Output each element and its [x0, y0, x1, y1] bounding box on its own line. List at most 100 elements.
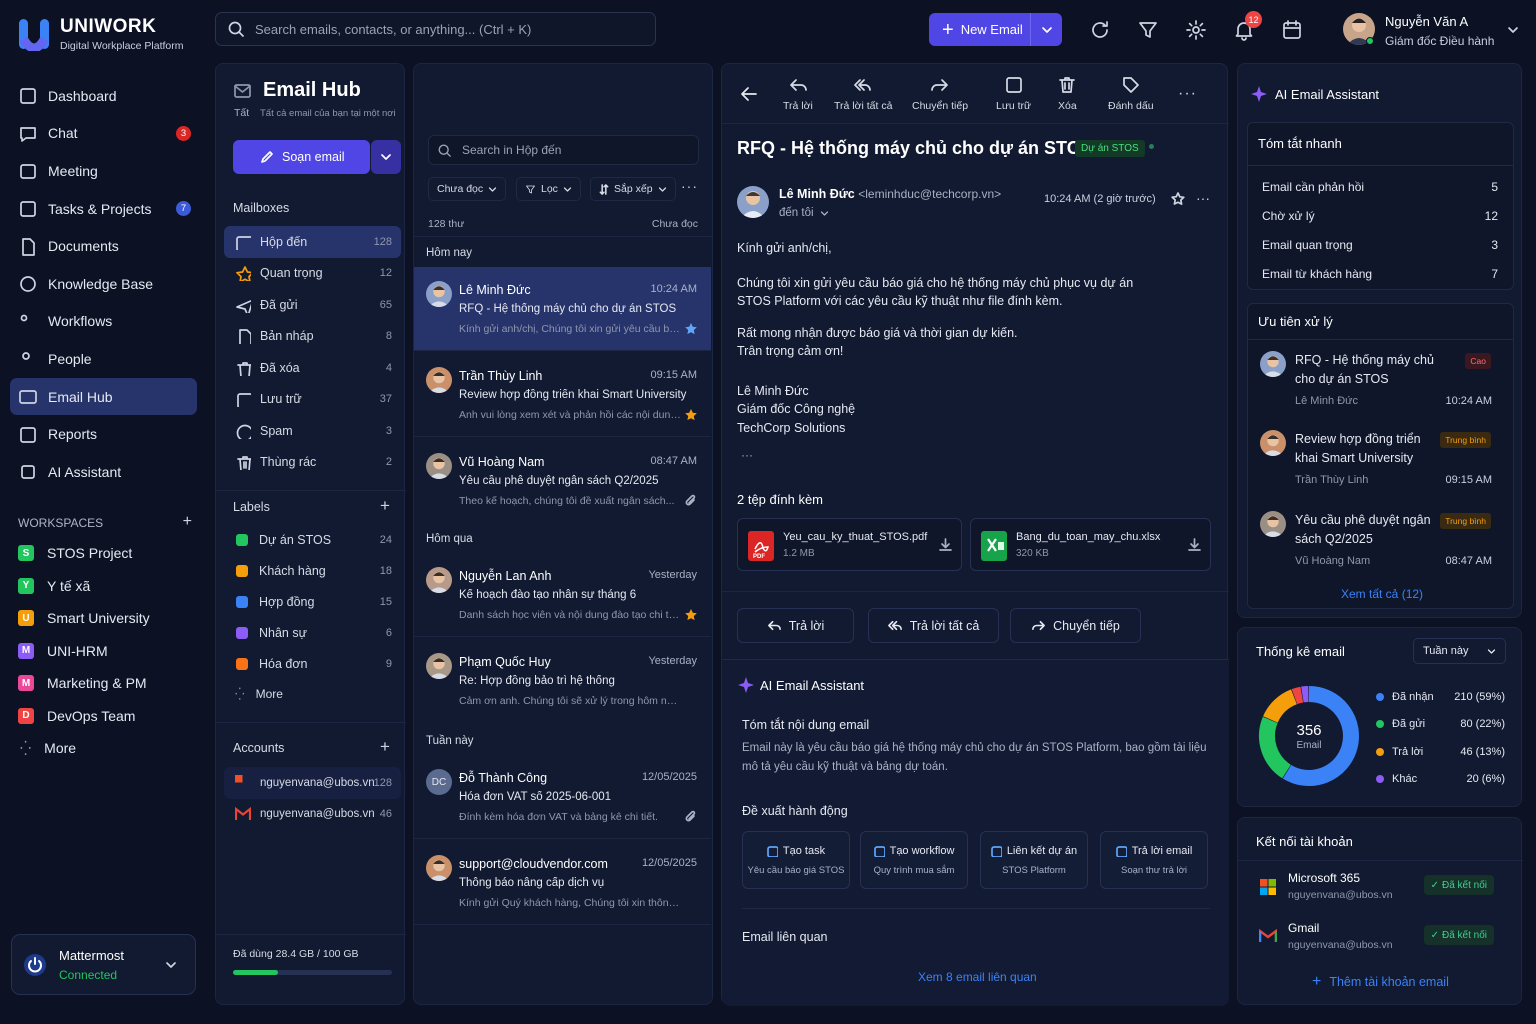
stats-period-dropdown[interactable]: Tuần này	[1413, 638, 1506, 664]
quick-summary-row[interactable]: Email cần phản hồi 5	[1248, 172, 1513, 201]
hub-tab-all[interactable]: Tất	[234, 107, 249, 119]
sidebar-item-knowledge-base[interactable]: Knowledge Base	[10, 265, 197, 303]
priority-item[interactable]: RFQ - Hệ thống máy chủ cho dự án STOS Lê …	[1248, 351, 1504, 431]
sidebar-item-ai-assistant[interactable]: AI Assistant	[10, 453, 197, 491]
sidebar-item-reports[interactable]: Reports	[10, 415, 197, 453]
unread-filter-dropdown[interactable]: Chưa đọc	[428, 177, 507, 201]
workspace-item[interactable]: D DevOps Team	[18, 700, 198, 733]
reply-button[interactable]: Trả lời	[737, 608, 854, 643]
connection-microsoft[interactable]: Microsoft 365 nguyenvana@ubos.vn ✓ Đã kết…	[1252, 865, 1508, 915]
workspace-item[interactable]: M Marketing & PM	[18, 667, 198, 700]
sort-dropdown[interactable]: Sắp xếp	[590, 177, 676, 201]
sidebar-item-workflows[interactable]: Workflows	[10, 303, 197, 341]
toolbar-reply-all-button[interactable]: Trả lời tất cả	[834, 76, 892, 112]
priority-item[interactable]: Review hợp đồng triển khai Smart Univers…	[1248, 430, 1504, 510]
mailbox-item[interactable]: Thùng rác 2	[224, 447, 401, 479]
toolbar-archive-box-button[interactable]: Lưu trữ	[996, 76, 1031, 112]
account-item[interactable]: nguyenvana@ubos.vn 46	[224, 799, 401, 831]
email-list-item[interactable]: Trần Thùy Linh 09:15 AM Review hợp đồng tr…	[414, 353, 711, 437]
tag-dropdown-dot[interactable]	[1149, 144, 1154, 149]
quick-summary-row[interactable]: Email quan trọng 3	[1248, 230, 1513, 259]
email-project-tag[interactable]: Dự án STOS	[1075, 140, 1145, 157]
email-list-item[interactable]: Phạm Quốc Huy Yesterday Re: Hợp đồng bảo t…	[414, 639, 711, 723]
sidebar-item-email-hub[interactable]: Email Hub	[10, 377, 197, 416]
label-item[interactable]: Khách hàng 18	[224, 555, 401, 586]
star-icon[interactable]	[684, 322, 697, 335]
quick-summary-row[interactable]: Email từ khách hàng 7	[1248, 259, 1513, 288]
toolbar-reply-button[interactable]: Trả lời	[783, 76, 813, 112]
app-logo[interactable]: UNIWORK Digital Workplace Platform	[18, 16, 184, 52]
add-label-icon[interactable]: +	[380, 496, 390, 516]
connection-gmail[interactable]: Gmail nguyenvana@ubos.vn ✓ Đã kết nối	[1252, 915, 1508, 965]
list-more-icon[interactable]: ···	[681, 178, 698, 194]
labels-more-item[interactable]: ⁛ More	[235, 687, 283, 701]
mailbox-item[interactable]: Quan trọng 12	[224, 258, 401, 290]
email-list-item[interactable]: Vũ Hoàng Nam 08:47 AM Yêu cầu phê duyệt ng…	[414, 439, 711, 523]
mattermost-status[interactable]: Mattermost Connected	[11, 934, 196, 995]
add-email-account-link[interactable]: + Thêm tài khoản email	[1312, 974, 1449, 990]
refresh-icon[interactable]	[1089, 19, 1111, 41]
filter-dropdown[interactable]: Lọc	[516, 177, 581, 201]
forward-button[interactable]: Chuyển tiếp	[1010, 608, 1141, 643]
mailbox-item[interactable]: Đã xóa 4	[224, 352, 401, 384]
download-icon[interactable]	[1188, 538, 1201, 551]
email-list-item[interactable]: Lê Minh Đức 10:24 AM RFQ - Hệ thống máy ch…	[414, 267, 711, 351]
priority-item[interactable]: Yêu cầu phê duyệt ngân sách Q2/2025 Vũ Ho…	[1248, 511, 1504, 591]
sidebar-item-chat[interactable]: Chat 3	[10, 115, 197, 153]
workspace-item[interactable]: S STOS Project	[18, 537, 198, 570]
sender-name[interactable]: Lê Minh Đức	[779, 187, 855, 201]
email-list-item[interactable]: Nguyễn Lan Anh Yesterday Kế hoạch đào tạo …	[414, 553, 711, 637]
workspace-item[interactable]: U Smart University	[18, 602, 198, 635]
toolbar-trash-button[interactable]: Xóa	[1058, 76, 1077, 112]
sidebar-item-documents[interactable]: Documents	[10, 227, 197, 265]
recipient-toggle[interactable]: đến tôi	[779, 207, 829, 219]
compose-button[interactable]: Soạn email	[233, 140, 370, 174]
list-search-input[interactable]: Search in Hộp đến	[428, 135, 699, 165]
see-all-link[interactable]: Xem tất cả (12)	[1341, 587, 1423, 601]
mailbox-item[interactable]: Hộp đến 128	[224, 226, 401, 258]
related-link[interactable]: Xem 8 email liên quan	[918, 970, 1037, 984]
back-arrow-icon[interactable]	[741, 87, 757, 101]
suggestion-card[interactable]: Tạo task Yêu cầu báo giá STOS	[742, 831, 850, 889]
new-email-button[interactable]: + New Email	[929, 13, 1062, 46]
toolbar-tag-button[interactable]: Đánh dấu	[1108, 76, 1154, 112]
settings-gear-icon[interactable]	[1185, 19, 1207, 41]
workspace-item[interactable]: M UNI-HRM	[18, 635, 198, 668]
attachment-xlsx[interactable]: Bang_du_toan_may_chu.xlsx 320 KB	[970, 518, 1211, 571]
unread-sort-label[interactable]: Chưa đọc	[652, 218, 698, 230]
add-account-icon[interactable]: +	[380, 737, 390, 757]
global-search-input[interactable]: Search emails, contacts, or anything... …	[215, 12, 656, 46]
sidebar-item-meeting[interactable]: Meeting	[10, 152, 197, 190]
label-item[interactable]: Hợp đồng 15	[224, 586, 401, 617]
suggestion-card[interactable]: Liên kết dự án STOS Platform	[980, 831, 1088, 889]
suggestion-card[interactable]: Trả lời email Soạn thư trả lời	[1100, 831, 1208, 889]
account-item[interactable]: nguyenvana@ubos.vn 128	[224, 767, 401, 799]
suggestion-card[interactable]: Tạo workflow Quy trình mua sắm	[860, 831, 968, 889]
star-icon[interactable]	[684, 608, 697, 621]
add-workspace-icon[interactable]: +	[183, 514, 192, 530]
filter-icon[interactable]	[1137, 19, 1159, 41]
show-quoted-icon[interactable]: ···	[741, 448, 753, 462]
label-item[interactable]: Hóa đơn 9	[224, 648, 401, 679]
mailbox-item[interactable]: Đã gửi 65	[224, 289, 401, 321]
label-item[interactable]: Dự án STOS 24	[224, 524, 401, 555]
workspaces-more-item[interactable]: ⁛ More	[18, 732, 198, 765]
calendar-icon[interactable]	[1281, 19, 1303, 41]
email-list-item[interactable]: DC Đỗ Thành Công 12/05/2025 Hóa đơn VAT số …	[414, 755, 711, 839]
sidebar-item-tasks-projects[interactable]: Tasks & Projects 7	[10, 190, 197, 228]
download-icon[interactable]	[939, 538, 952, 551]
compose-options-button[interactable]	[371, 140, 401, 174]
mailbox-item[interactable]: Bản nháp 8	[224, 321, 401, 353]
reader-more-icon[interactable]: ···	[1178, 85, 1197, 103]
star-icon[interactable]	[684, 408, 697, 421]
mailbox-item[interactable]: Lưu trữ 37	[224, 384, 401, 416]
toolbar-forward-button[interactable]: Chuyển tiếp	[912, 76, 968, 112]
sidebar-item-dashboard[interactable]: Dashboard	[10, 77, 197, 115]
user-profile-menu[interactable]: Nguyễn Văn A Giám đốc Điều hành	[1343, 13, 1523, 48]
label-item[interactable]: Nhân sự 6	[224, 617, 401, 648]
reply-all-button[interactable]: Trả lời tất cả	[868, 608, 999, 643]
mailbox-item[interactable]: Spam 3	[224, 415, 401, 447]
star-icon[interactable]	[1171, 192, 1185, 206]
workspace-item[interactable]: Y Y tế xã	[18, 570, 198, 603]
attachment-pdf[interactable]: PDF Yeu_cau_ky_thuat_STOS.pdf 1.2 MB	[737, 518, 962, 571]
